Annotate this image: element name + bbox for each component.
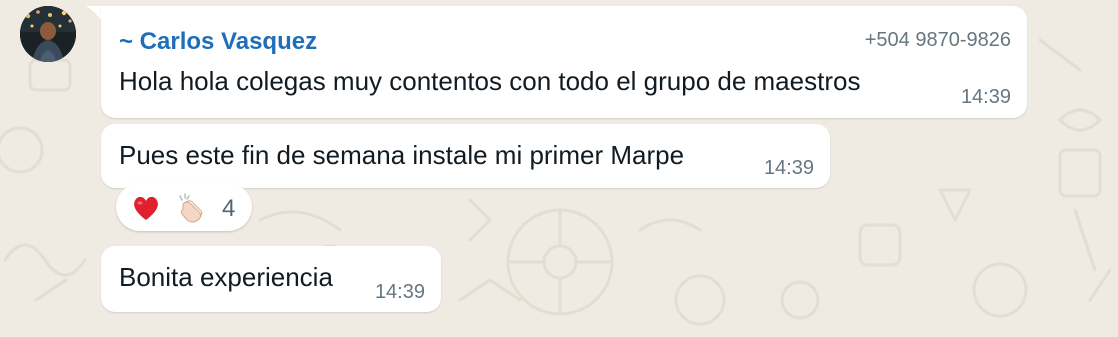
sender-avatar[interactable]: [20, 6, 76, 62]
sender-phone: +504 9870-9826: [864, 29, 1011, 51]
message-bubble[interactable]: Pues este fin de semana instale mi prime…: [101, 124, 830, 188]
bubble-tail: [86, 6, 102, 22]
clapping-hands-icon: [179, 193, 203, 223]
message-timestamp: 14:39: [374, 281, 425, 303]
reaction-count: 4: [222, 195, 236, 222]
avatar-photo: [20, 6, 76, 62]
sender-name[interactable]: ~ Carlos Vasquez: [119, 28, 317, 56]
red-heart-icon: [134, 196, 158, 220]
message-bubble[interactable]: Bonita experiencia 14:39: [101, 246, 441, 312]
message-text: Bonita experiencia: [119, 262, 333, 292]
reactions-pill[interactable]: 4: [116, 183, 252, 231]
message-text: Hola hola colegas muy contentos con todo…: [119, 66, 861, 96]
message-text: Pues este fin de semana instale mi prime…: [119, 140, 685, 170]
message-timestamp: 14:39: [960, 86, 1011, 108]
message-bubble[interactable]: ~ Carlos Vasquez +504 9870-9826 Hola hol…: [101, 6, 1027, 118]
message-timestamp: 14:39: [763, 157, 814, 179]
